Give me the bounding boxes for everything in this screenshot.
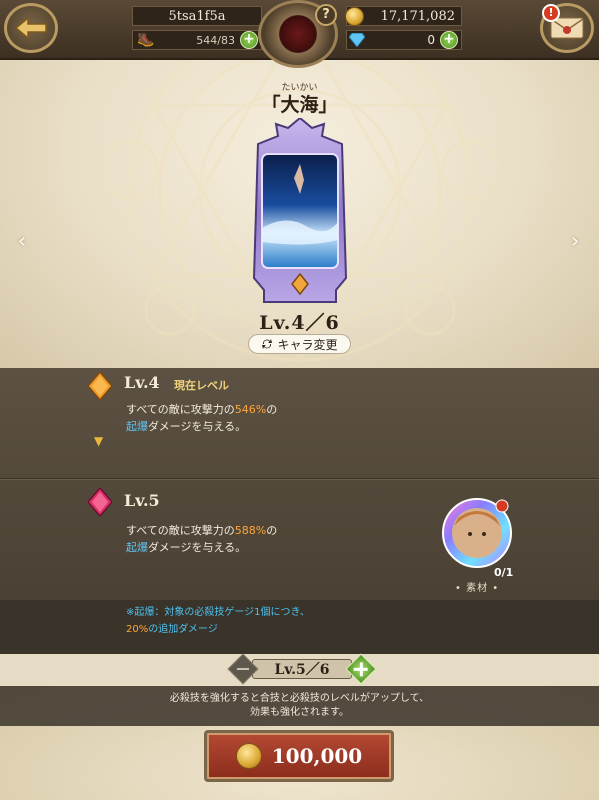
note-line-1: ※起爆：対象の必殺技ゲージ1個につき、 <box>126 607 310 618</box>
upgrade-info: 必殺技を強化すると合技と必殺技のレベルがアップして、 効果も強化されます。 <box>0 692 599 720</box>
orange-gem-icon <box>88 372 112 400</box>
down-chevron-icon: ▼ <box>94 434 104 448</box>
previous-arrow-button[interactable]: ‹ <box>12 231 32 253</box>
level-stepper-value: Lv.5／6 <box>252 659 352 679</box>
detonation-note: ※起爆：対象の必殺技ゲージ1個につき、 20%の追加ダメージ <box>126 604 310 638</box>
level-5-description: すべての敵に攻撃力の588%の 起爆ダメージを与える。 <box>126 522 277 556</box>
gold-coin-icon <box>235 743 262 769</box>
level-4-description: すべての敵に攻撃力の546%の 起爆ダメージを与える。 <box>126 401 277 435</box>
stamina-icon: 🥾 <box>137 32 155 48</box>
character-change-button[interactable]: キャラ変更 <box>248 334 351 354</box>
skill-card <box>252 118 348 303</box>
minus-icon <box>237 668 249 670</box>
mail-alert-badge: ! <box>542 4 560 22</box>
diamond-icon <box>349 33 365 47</box>
top-bar: 5tsa1f5a 🥾 544/83 + ? 17,171,082 0 + ! <box>0 0 599 68</box>
back-arrow-icon <box>14 16 47 40</box>
add-gems-button[interactable]: + <box>440 31 458 49</box>
current-level-tag: 現在レベル <box>174 379 229 392</box>
stamina-box: 🥾 544/83 + <box>132 30 262 50</box>
material-label: • 素材 • <box>455 583 500 594</box>
note-line-2: 20%の追加ダメージ <box>126 624 218 635</box>
add-stamina-button[interactable]: + <box>240 31 258 49</box>
upgrade-cost: 100,000 <box>271 744 363 768</box>
increase-level-button[interactable] <box>345 653 377 685</box>
back-button[interactable] <box>4 3 58 53</box>
stamina-value: 544/83 <box>196 33 235 47</box>
level-5-label: Lv.5 <box>124 491 160 510</box>
level-4-line-1: すべての敵に攻撃力の546%の <box>126 403 278 416</box>
divider <box>0 478 599 480</box>
level-4-label: Lv.4 <box>124 373 160 392</box>
refresh-icon <box>262 339 273 349</box>
material-count: 0/1 <box>494 566 514 579</box>
skill-level: Lv.4／6 <box>259 312 340 334</box>
level-stepper: Lv.5／6 <box>227 653 377 685</box>
level-5-line-1: すべての敵に攻撃力の588%の <box>126 524 278 537</box>
gem-value: 0 <box>427 33 435 47</box>
upgrade-purchase-button[interactable]: 100,000 <box>204 730 394 782</box>
gem-box: 0 + <box>346 30 462 50</box>
info-line-1: 必殺技を強化すると合技と必殺技のレベルがアップして、 <box>169 693 430 704</box>
gold-coin-icon <box>345 7 364 26</box>
red-gem-icon <box>88 488 112 516</box>
next-arrow-button[interactable]: › <box>565 231 585 253</box>
help-button[interactable]: ? <box>315 4 337 26</box>
gold-box: 17,171,082 <box>345 6 462 26</box>
level-5-line-2: 起爆ダメージを与える。 <box>126 541 247 554</box>
player-name: 5tsa1f5a <box>168 8 226 24</box>
player-name-box: 5tsa1f5a <box>132 6 262 26</box>
skill-title: 「大海」 <box>261 94 338 116</box>
info-line-2: 効果も強化されます。 <box>250 707 349 718</box>
level-4-line-2: 起爆ダメージを与える。 <box>126 420 247 433</box>
character-change-label: キャラ変更 <box>277 337 338 352</box>
material-character-icon[interactable] <box>440 496 514 570</box>
gold-value: 17,171,082 <box>380 8 455 24</box>
